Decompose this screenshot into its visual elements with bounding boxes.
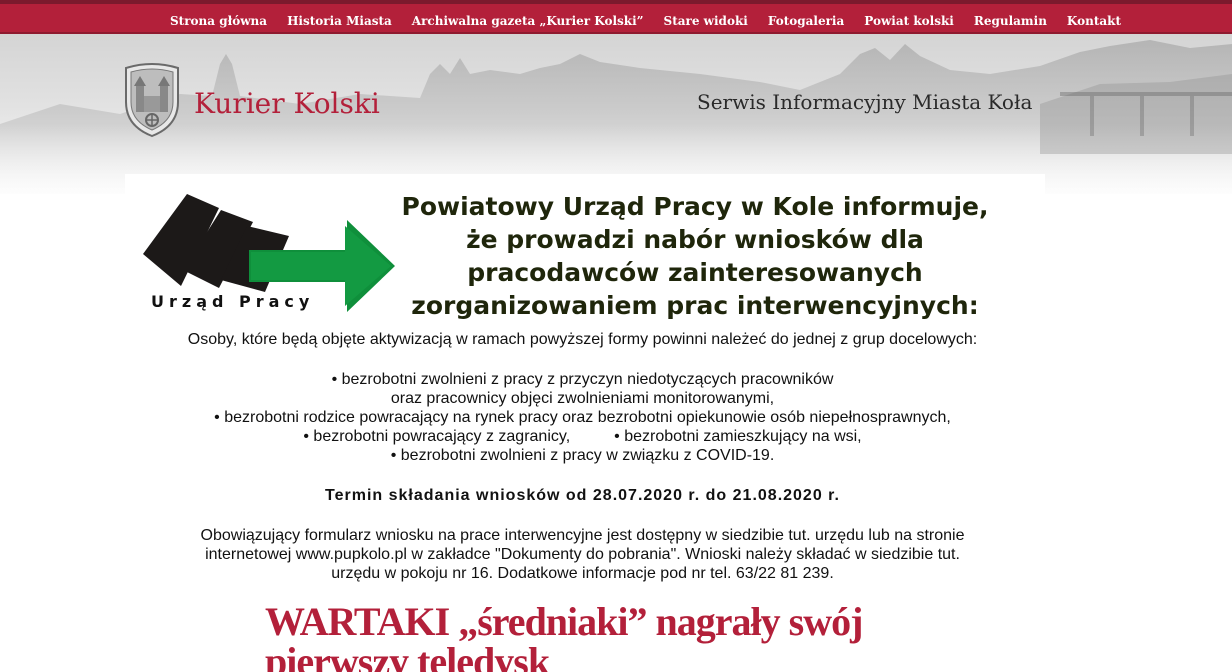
ad-info-line: internetowej www.pupkolo.pl w zakładce "… [205, 546, 960, 563]
ad-headline-line: zorganizowaniem prac interwencyjnych: [411, 291, 979, 320]
nav-link-gallery[interactable]: Fotogaleria [768, 14, 844, 28]
nav-link-county[interactable]: Powiat kolski [864, 14, 954, 28]
site-tagline: Serwis Informacyjny Miasta Koła [697, 90, 1033, 114]
nav-item-gallery[interactable]: Fotogaleria [768, 10, 844, 29]
nav-item-contact[interactable]: Kontakt [1067, 10, 1121, 29]
ad-headline: Powiatowy Urząd Pracy w Kole informuje, … [375, 190, 1015, 322]
nav-link-old-views[interactable]: Stare widoki [664, 14, 748, 28]
site-header: Kurier Kolski Serwis Informacyjny Miasta… [0, 34, 1232, 194]
ad-info: Obowiązujący formularz wniosku na prace … [135, 526, 1030, 583]
content-card: Urząd Pracy Powiatowy Urząd Pracy w Kole… [125, 174, 1045, 672]
nav-link-history[interactable]: Historia Miasta [287, 14, 392, 28]
ad-intro: Osoby, które będą objęte aktywizacją w r… [187, 331, 978, 348]
ad-info-line: Obowiązujący formularz wniosku na prace … [200, 527, 965, 544]
ad-list-item: • bezrobotni powracający z zagranicy, [303, 428, 571, 445]
nav-item-archive[interactable]: Archiwalna gazeta „Kurier Kolski” [412, 10, 644, 29]
nav-item-rules[interactable]: Regulamin [974, 10, 1047, 29]
ad-headline-line: że prowadzi nabór wniosków dla [466, 225, 924, 254]
nav-item-old-views[interactable]: Stare widoki [664, 10, 748, 29]
city-crest-icon [125, 63, 179, 138]
ad-headline-line: Powiatowy Urząd Pracy w Kole informuje, [401, 192, 989, 221]
nav-link-home[interactable]: Strona główna [170, 14, 267, 28]
ad-list-line: • bezrobotni zwolnieni z pracy z przyczy… [331, 371, 834, 388]
nav-item-history[interactable]: Historia Miasta [287, 10, 392, 29]
nav-menu: Strona główna Historia Miasta Archiwalna… [160, 4, 1131, 34]
top-navigation: Strona główna Historia Miasta Archiwalna… [0, 0, 1232, 34]
ad-target-groups: • bezrobotni zwolnieni z pracy z przyczy… [135, 370, 1030, 465]
nav-item-home[interactable]: Strona główna [170, 10, 267, 29]
site-title[interactable]: Kurier Kolski [194, 87, 380, 120]
ad-list-line: oraz pracownicy objęci zwolnieniami moni… [390, 390, 775, 407]
nav-item-county[interactable]: Powiat kolski [864, 10, 954, 29]
ad-deadline: Termin składania wniosków od 28.07.2020 … [325, 487, 840, 504]
ad-headline-line: pracodawców zainteresowanych [467, 258, 923, 287]
site-logo[interactable]: Kurier Kolski [120, 62, 380, 138]
ad-list-line-pair: • bezrobotni powracający z zagranicy, • b… [135, 427, 1030, 446]
article-title-link[interactable]: WARTAKI „średniaki” nagrały swój pierwsz… [265, 602, 885, 672]
urzad-pracy-logo-text: Urząd Pracy [151, 292, 315, 311]
ad-info-line: urzędu w pokoju nr 16. Dodatkowe informa… [331, 565, 834, 582]
nav-link-contact[interactable]: Kontakt [1067, 14, 1121, 28]
nav-link-archive[interactable]: Archiwalna gazeta „Kurier Kolski” [412, 14, 644, 28]
ad-list-item: • bezrobotni zamieszkujący na wsi, [614, 428, 862, 445]
nav-link-rules[interactable]: Regulamin [974, 14, 1047, 28]
ad-list-line: • bezrobotni rodzice powracający na ryne… [214, 409, 951, 426]
ad-list-line: • bezrobotni zwolnieni z pracy w związku… [390, 447, 775, 464]
